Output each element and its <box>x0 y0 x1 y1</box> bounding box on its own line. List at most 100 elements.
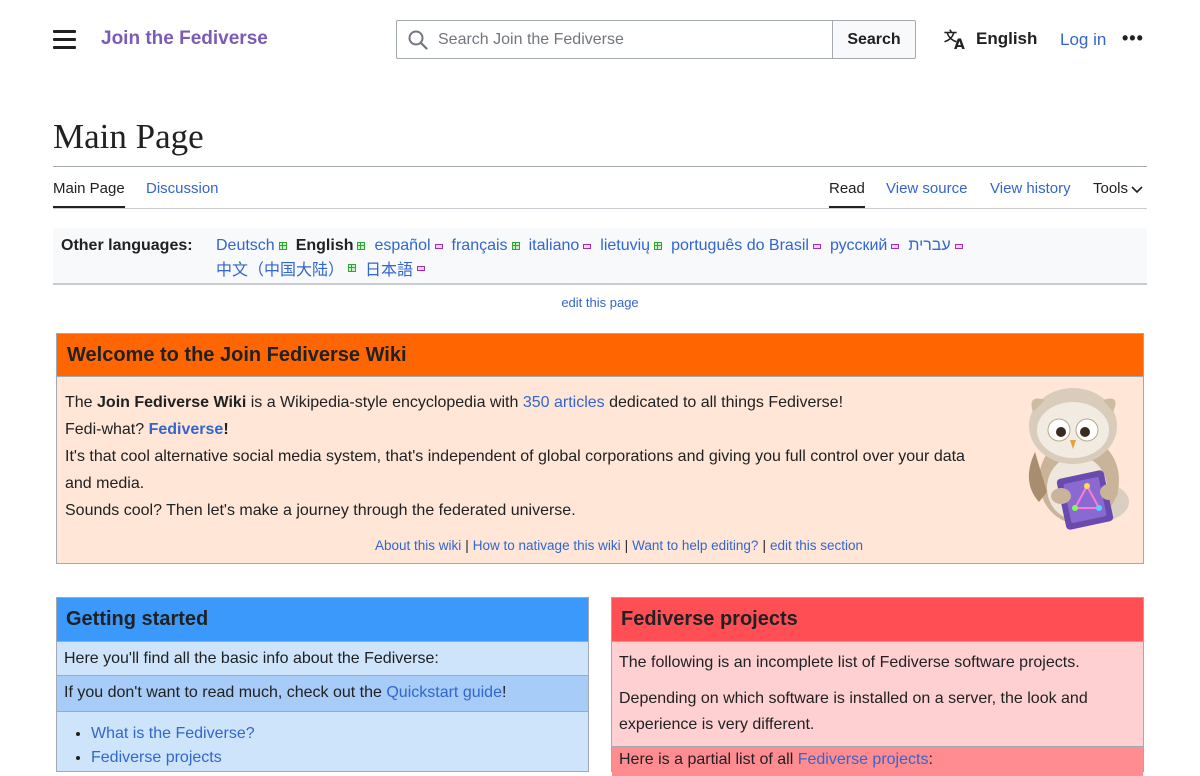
translation-complete-icon <box>654 242 663 250</box>
language-name: español <box>374 237 431 254</box>
search-input[interactable] <box>436 29 796 50</box>
fediverse-projects-heading: Fediverse projects <box>612 598 1143 642</box>
welcome-line2-pre: Fedi-what? <box>65 421 149 438</box>
language-name: français <box>451 237 508 254</box>
language-name: lietuvių <box>600 237 651 254</box>
translation-partial-icon <box>812 243 821 249</box>
welcome-line3: It's that cool alternative social media … <box>65 448 965 492</box>
language-selector[interactable]: 文 A English <box>944 28 1037 50</box>
welcome-text: The Join Fediverse Wiki is a Wikipedia-s… <box>57 377 987 524</box>
languages-row: Deutsch English español français italiano lie… <box>216 237 972 255</box>
tab-view-history[interactable]: View history <box>990 180 1071 197</box>
language-link[interactable]: español <box>374 237 443 255</box>
language-label: English <box>976 29 1038 48</box>
translation-partial-icon <box>417 265 426 271</box>
search-icon <box>408 30 428 50</box>
getting-started-box: Getting started Here you'll find all the… <box>56 597 589 772</box>
quickstart-guide-link[interactable]: Quickstart guide <box>386 684 502 701</box>
language-link[interactable]: 中文（中国大陆） <box>216 256 357 280</box>
fediverse-projects-box: Fediverse projects The following is an i… <box>611 597 1144 776</box>
welcome-links: About this wiki | How to nativage this wik… <box>57 538 1145 553</box>
list-item: What is the Fediverse? <box>91 722 588 746</box>
fediverse-projects-text: The following is an incomplete list of F… <box>612 642 1132 738</box>
welcome-line4: Sounds cool? Then let's make a journey t… <box>65 502 576 519</box>
search-box[interactable] <box>396 20 832 59</box>
separator: | <box>465 538 469 553</box>
getting-started-list: What is the Fediverse? Fediverse project… <box>57 712 588 770</box>
translation-partial-icon <box>954 243 963 249</box>
what-is-fediverse-link[interactable]: What is the Fediverse? <box>91 725 255 742</box>
projects-paragraph-2: Depending on which software is installed… <box>619 690 1088 733</box>
language-link[interactable]: português do Brasil <box>671 237 821 255</box>
language-link[interactable]: עברית <box>908 237 963 255</box>
translation-complete-icon <box>511 242 520 250</box>
language-name: Deutsch <box>216 237 275 254</box>
tools-menu[interactable]: Tools <box>1093 180 1143 197</box>
separator: | <box>624 538 629 553</box>
help-editing-link[interactable]: Want to help editing? <box>632 538 758 553</box>
projects-list-link[interactable]: Fediverse projects <box>798 751 929 768</box>
wiki-name: Join Fediverse Wiki <box>97 394 247 411</box>
login-link[interactable]: Log in <box>1060 30 1106 50</box>
tab-read[interactable]: Read <box>829 180 865 208</box>
site-header: Join the Fediverse Search 文 A English Lo… <box>0 0 1200 80</box>
welcome-line1-pre: The <box>65 394 98 411</box>
list-item: Fediverse projects <box>91 746 588 770</box>
edit-section-link[interactable]: edit this section <box>770 538 863 553</box>
translation-complete-icon <box>357 242 366 250</box>
more-options-icon[interactable]: ••• <box>1122 28 1144 49</box>
welcome-line1-post: dedicated to all things Fediverse! <box>604 394 844 411</box>
title-divider <box>53 166 1147 167</box>
page-title: Main Page <box>53 117 204 156</box>
language-link[interactable]: français <box>452 237 520 255</box>
language-name: English <box>295 237 354 254</box>
site-name-link[interactable]: Join the Fediverse <box>101 28 268 50</box>
getting-started-heading: Getting started <box>57 598 588 642</box>
search-button[interactable]: Search <box>832 20 916 59</box>
language-link[interactable]: italiano <box>529 237 592 255</box>
language-name: italiano <box>528 237 580 254</box>
about-wiki-link[interactable]: About this wiki <box>375 538 461 553</box>
edit-page-link-text[interactable]: edit this page <box>561 295 638 310</box>
translation-partial-icon <box>891 243 900 249</box>
translation-partial-icon <box>583 243 592 249</box>
getting-started-intro: Here you'll find all the basic info abou… <box>57 642 588 676</box>
owl-mascot-icon <box>1028 388 1129 530</box>
fediverse-link[interactable]: Fediverse <box>149 421 224 438</box>
language-name: 日本語 <box>365 262 414 279</box>
quickstart-hint-post: ! <box>501 684 507 701</box>
how-to-navigate-link[interactable]: How to nativage this wiki <box>473 538 621 553</box>
quickstart-hint-pre: If you don't want to read much, check ou… <box>64 684 387 701</box>
projects-list-intro-pre: Here is a partial list of all <box>619 751 798 768</box>
articles-count-link[interactable]: 350 articles <box>523 394 605 411</box>
other-languages-label: Other languages: <box>61 237 193 254</box>
translate-icon: 文 A <box>944 29 965 50</box>
chevron-down-icon <box>1131 185 1143 193</box>
translation-complete-icon <box>348 264 357 272</box>
tab-discussion[interactable]: Discussion <box>146 180 219 197</box>
projects-list-intro: Here is a partial list of all Fediverse … <box>612 746 1143 776</box>
language-name: português do Brasil <box>671 237 809 254</box>
language-name: 中文（中国大陆） <box>216 262 345 279</box>
translation-partial-icon <box>434 243 443 249</box>
translation-complete-icon <box>278 242 287 250</box>
separator: | <box>762 538 766 553</box>
welcome-line2-post: ! <box>223 421 229 438</box>
tab-view-source[interactable]: View source <box>886 180 967 197</box>
languages-row: 中文（中国大陆） 日本語 <box>216 256 434 280</box>
language-link[interactable]: Deutsch <box>216 237 287 255</box>
svg-text:A: A <box>954 37 965 50</box>
quickstart-hint: If you don't want to read much, check ou… <box>57 676 588 712</box>
tab-main-page[interactable]: Main Page <box>53 180 125 208</box>
language-name: עברית <box>908 237 951 254</box>
language-link[interactable]: русский <box>830 237 900 255</box>
language-link[interactable]: 日本語 <box>365 256 426 280</box>
welcome-box: Welcome to the Join Fediverse Wiki The J… <box>56 333 1144 564</box>
language-link[interactable]: lietuvių <box>600 237 663 255</box>
projects-list-intro-post: : <box>928 751 933 768</box>
main-menu-icon[interactable] <box>53 30 76 49</box>
search-form: Search <box>396 20 916 59</box>
welcome-heading: Welcome to the Join Fediverse Wiki <box>57 334 1143 377</box>
language-link[interactable]: English <box>296 237 366 255</box>
other-languages-bar: Other languages: Deutsch English español fr… <box>53 228 1147 285</box>
